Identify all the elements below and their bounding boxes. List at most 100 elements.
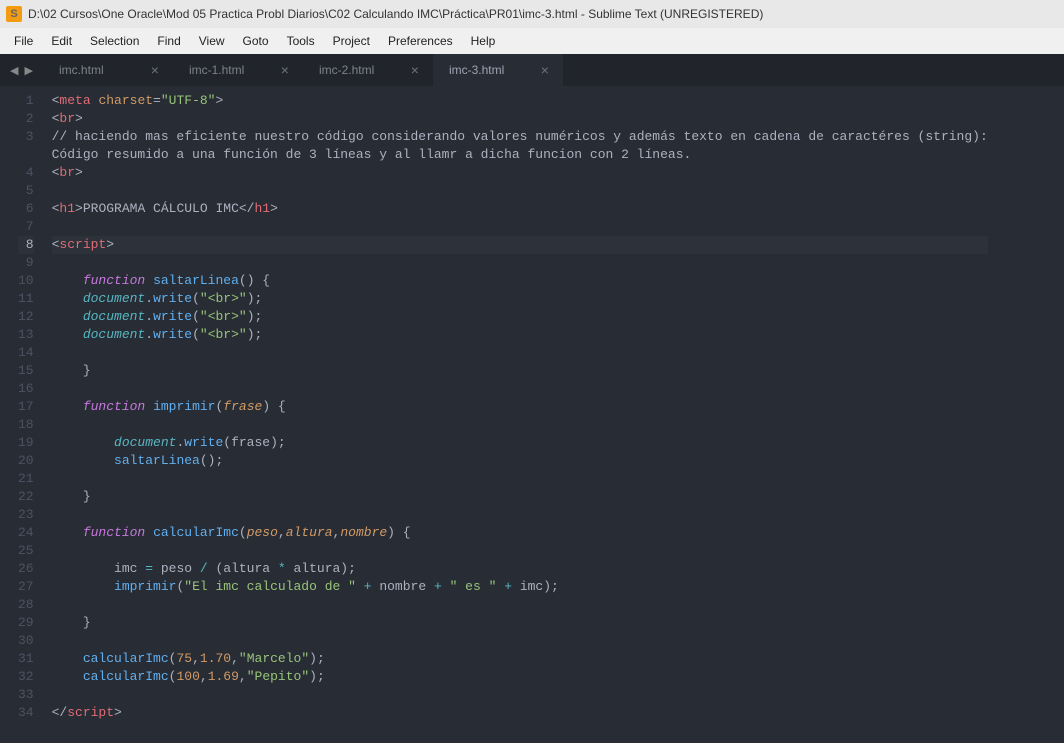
- menu-help[interactable]: Help: [463, 30, 504, 52]
- code-line[interactable]: [52, 506, 988, 524]
- line-number: 29: [18, 614, 34, 632]
- line-number: 19: [18, 434, 34, 452]
- code-line[interactable]: <meta charset="UTF-8">: [52, 92, 988, 110]
- line-number: 24: [18, 524, 34, 542]
- nav-forward-icon[interactable]: ▶: [24, 64, 32, 77]
- code-line[interactable]: [52, 632, 988, 650]
- code-line[interactable]: function imprimir(frase) {: [52, 398, 988, 416]
- menu-file[interactable]: File: [6, 30, 41, 52]
- line-number: 30: [18, 632, 34, 650]
- close-icon[interactable]: ×: [411, 62, 419, 78]
- line-number: 25: [18, 542, 34, 560]
- app-icon: S: [6, 6, 22, 22]
- line-number: 20: [18, 452, 34, 470]
- code-line[interactable]: saltarLinea();: [52, 452, 988, 470]
- code-line[interactable]: <br>: [52, 164, 988, 182]
- code-line[interactable]: document.write("<br>");: [52, 308, 988, 326]
- code-line[interactable]: Código resumido a una función de 3 línea…: [52, 146, 988, 164]
- tab-imc-2-html[interactable]: imc-2.html ×: [303, 54, 433, 86]
- line-number: 17: [18, 398, 34, 416]
- code-line[interactable]: imprimir("El imc calculado de " + nombre…: [52, 578, 988, 596]
- line-number: 26: [18, 560, 34, 578]
- code-line[interactable]: calcularImc(100,1.69,"Pepito");: [52, 668, 988, 686]
- line-number: 11: [18, 290, 34, 308]
- line-number: 13: [18, 326, 34, 344]
- line-number: 23: [18, 506, 34, 524]
- code-line[interactable]: function calcularImc(peso,altura,nombre)…: [52, 524, 988, 542]
- tab-label: imc-3.html: [449, 63, 504, 77]
- menu-find[interactable]: Find: [149, 30, 188, 52]
- code-line[interactable]: [52, 218, 988, 236]
- menubar: FileEditSelectionFindViewGotoToolsProjec…: [0, 28, 1064, 54]
- code-line[interactable]: [52, 686, 988, 704]
- line-number: 6: [18, 200, 34, 218]
- tab-label: imc-2.html: [319, 63, 374, 77]
- code-line[interactable]: }: [52, 614, 988, 632]
- code-line[interactable]: document.write("<br>");: [52, 290, 988, 308]
- code-line[interactable]: }: [52, 362, 988, 380]
- code-line[interactable]: }: [52, 488, 988, 506]
- menu-project[interactable]: Project: [325, 30, 378, 52]
- line-number: 18: [18, 416, 34, 434]
- line-number: 16: [18, 380, 34, 398]
- code-line[interactable]: <br>: [52, 110, 988, 128]
- nav-arrows: ◀ ▶: [0, 64, 43, 77]
- code-line[interactable]: [52, 254, 988, 272]
- code-line[interactable]: [52, 182, 988, 200]
- line-number: [18, 146, 34, 164]
- code-line[interactable]: [52, 344, 988, 362]
- tab-imc-1-html[interactable]: imc-1.html ×: [173, 54, 303, 86]
- code-line[interactable]: function saltarLinea() {: [52, 272, 988, 290]
- menu-edit[interactable]: Edit: [43, 30, 80, 52]
- code-line[interactable]: // haciendo mas eficiente nuestro código…: [52, 128, 988, 146]
- menu-view[interactable]: View: [191, 30, 233, 52]
- line-number: 9: [18, 254, 34, 272]
- code-line[interactable]: imc = peso / (altura * altura);: [52, 560, 988, 578]
- line-number: 28: [18, 596, 34, 614]
- line-number: 14: [18, 344, 34, 362]
- tab-imc-3-html[interactable]: imc-3.html ×: [433, 54, 563, 86]
- line-number: 34: [18, 704, 34, 722]
- line-number: 4: [18, 164, 34, 182]
- menu-selection[interactable]: Selection: [82, 30, 147, 52]
- line-number: 3: [18, 128, 34, 146]
- code-line[interactable]: <script>: [52, 236, 988, 254]
- line-number: 2: [18, 110, 34, 128]
- code-line[interactable]: [52, 416, 988, 434]
- code-area[interactable]: <meta charset="UTF-8"><br>// haciendo ma…: [46, 86, 988, 743]
- line-number: 27: [18, 578, 34, 596]
- code-line[interactable]: document.write(frase);: [52, 434, 988, 452]
- tab-label: imc-1.html: [189, 63, 244, 77]
- titlebar: S D:\02 Cursos\One Oracle\Mod 05 Practic…: [0, 0, 1064, 28]
- nav-back-icon[interactable]: ◀: [10, 64, 18, 77]
- code-line[interactable]: [52, 542, 988, 560]
- line-number: 5: [18, 182, 34, 200]
- code-line[interactable]: calcularImc(75,1.70,"Marcelo");: [52, 650, 988, 668]
- line-number: 22: [18, 488, 34, 506]
- code-line[interactable]: [52, 380, 988, 398]
- menu-tools[interactable]: Tools: [279, 30, 323, 52]
- line-number: 33: [18, 686, 34, 704]
- window-title: D:\02 Cursos\One Oracle\Mod 05 Practica …: [28, 7, 763, 21]
- close-icon[interactable]: ×: [151, 62, 159, 78]
- line-number: 1: [18, 92, 34, 110]
- line-number: 8: [18, 236, 34, 254]
- code-line[interactable]: document.write("<br>");: [52, 326, 988, 344]
- line-number: 21: [18, 470, 34, 488]
- code-line[interactable]: [52, 596, 988, 614]
- menu-preferences[interactable]: Preferences: [380, 30, 461, 52]
- line-number: 15: [18, 362, 34, 380]
- line-number: 7: [18, 218, 34, 236]
- tabbar: ◀ ▶ imc.html×imc-1.html×imc-2.html×imc-3…: [0, 54, 1064, 86]
- close-icon[interactable]: ×: [281, 62, 289, 78]
- close-icon[interactable]: ×: [541, 62, 549, 78]
- code-line[interactable]: <h1>PROGRAMA CÁLCULO IMC</h1>: [52, 200, 988, 218]
- code-line[interactable]: </script>: [52, 704, 988, 722]
- line-number: 10: [18, 272, 34, 290]
- line-number: 31: [18, 650, 34, 668]
- code-line[interactable]: [52, 470, 988, 488]
- editor[interactable]: 1234567891011121314151617181920212223242…: [0, 86, 1064, 743]
- tab-imc-html[interactable]: imc.html×: [43, 54, 173, 86]
- menu-goto[interactable]: Goto: [235, 30, 277, 52]
- gutter: 1234567891011121314151617181920212223242…: [0, 86, 46, 743]
